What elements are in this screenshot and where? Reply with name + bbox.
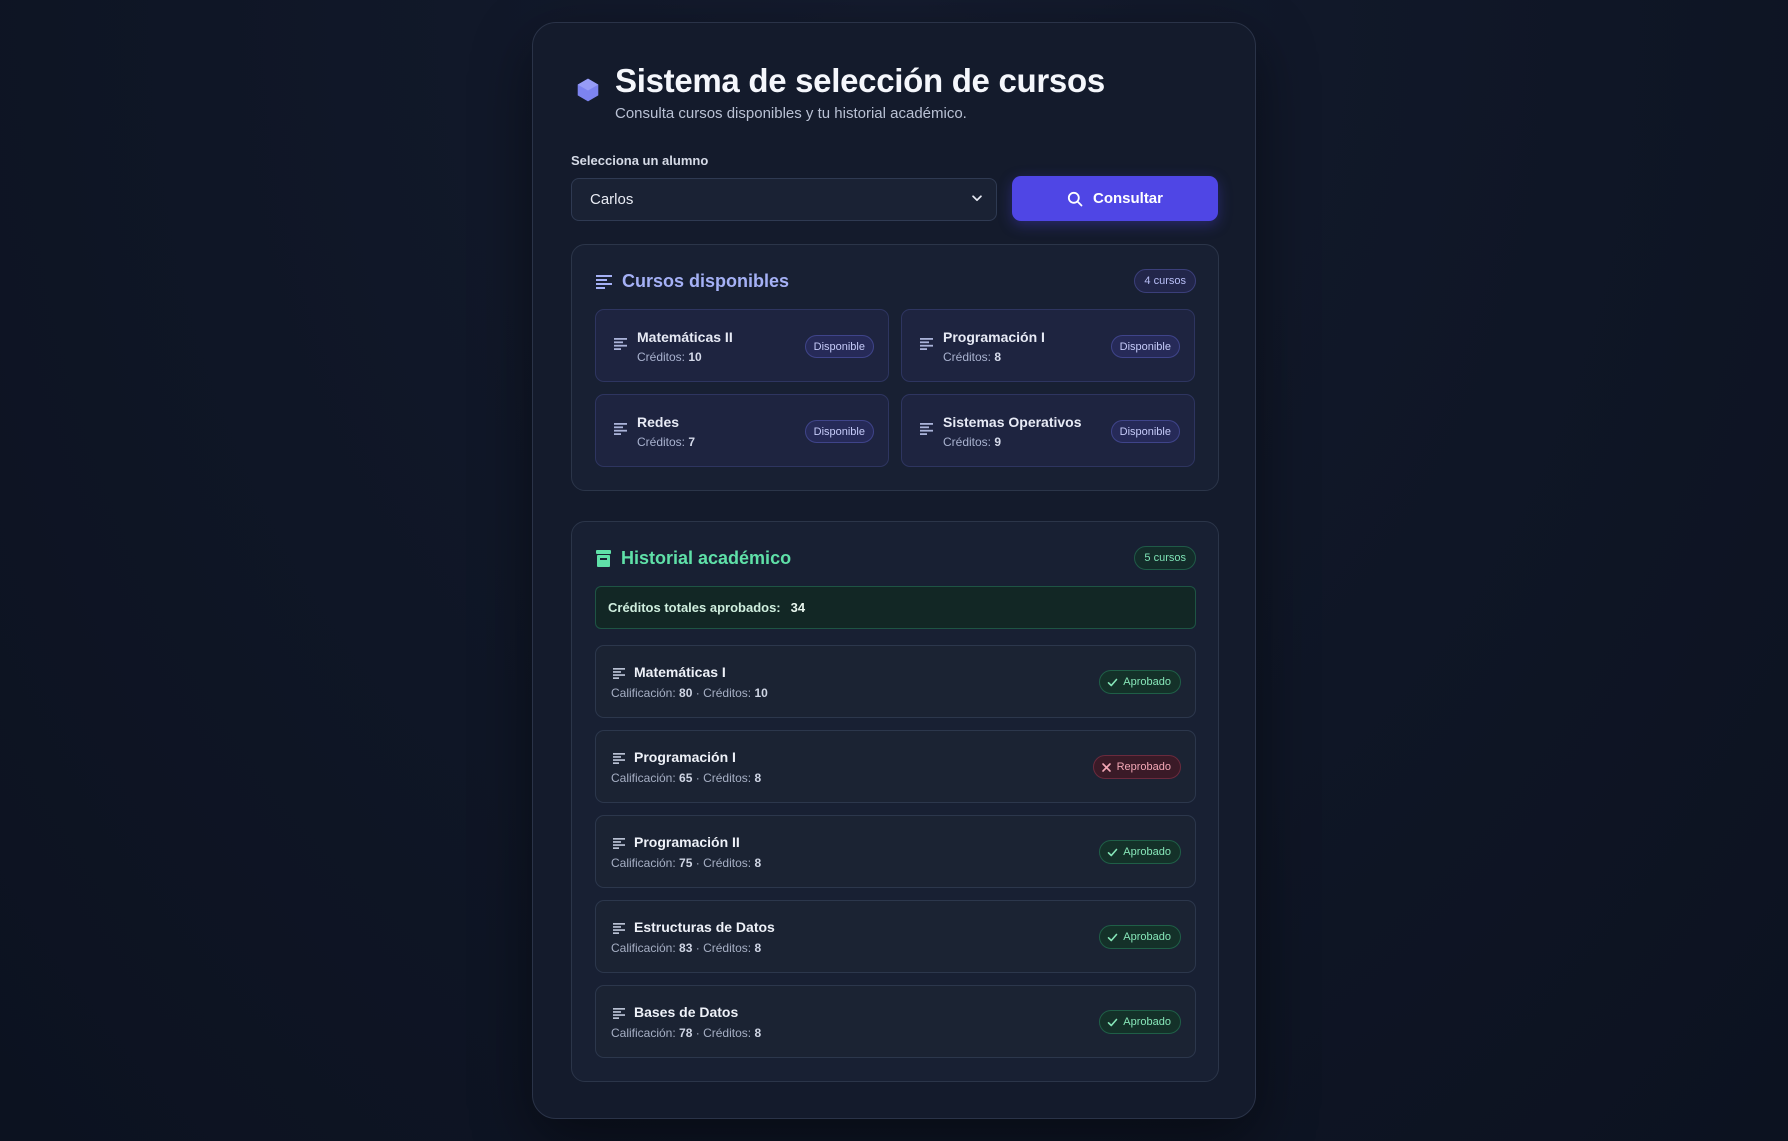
history-course-meta: Calificación: 80 · Créditos: 10 bbox=[611, 686, 768, 700]
history-count-badge: 5 cursos bbox=[1134, 546, 1196, 570]
list-lines-icon bbox=[613, 923, 625, 934]
hexagon-icon bbox=[577, 78, 599, 102]
academic-history-title: Historial académico bbox=[621, 548, 792, 568]
history-course-meta: Calificación: 83 · Créditos: 8 bbox=[611, 941, 762, 955]
consult-button[interactable]: Consultar bbox=[1012, 176, 1218, 221]
status-badge: Aprobado bbox=[1099, 840, 1181, 864]
available-count-badge: 4 cursos bbox=[1134, 269, 1196, 293]
page-subtitle: Consulta cursos disponibles y tu histori… bbox=[615, 104, 967, 122]
status-badge: Aprobado bbox=[1099, 1010, 1181, 1034]
available-courses-header: Cursos disponibles bbox=[596, 271, 789, 292]
available-courses-title: Cursos disponibles bbox=[622, 271, 790, 291]
course-name: Matemáticas II bbox=[637, 329, 733, 345]
total-credits-label: Créditos totales aprobados: bbox=[608, 600, 781, 615]
course-credits: Créditos: 9 bbox=[943, 435, 1002, 449]
check-icon bbox=[1107, 1018, 1118, 1026]
history-course-name: Bases de Datos bbox=[634, 1004, 739, 1020]
history-course-name: Programación II bbox=[634, 834, 740, 850]
list-lines-icon bbox=[614, 338, 627, 350]
course-card[interactable]: Redes Créditos: 7 Disponible bbox=[595, 394, 889, 467]
available-courses-panel: Cursos disponibles 4 cursos Matemáticas … bbox=[571, 244, 1219, 491]
course-name: Sistemas Operativos bbox=[943, 414, 1082, 430]
course-name: Programación I bbox=[943, 329, 1045, 345]
history-course-meta: Calificación: 78 · Créditos: 8 bbox=[611, 1026, 762, 1040]
student-select[interactable]: Carlos bbox=[571, 178, 997, 221]
check-icon bbox=[1107, 848, 1118, 856]
total-credits-value: 34 bbox=[790, 600, 806, 615]
check-icon bbox=[1107, 933, 1118, 941]
list-lines-icon bbox=[613, 838, 625, 849]
list-lines-icon bbox=[613, 668, 625, 679]
history-course-name: Matemáticas I bbox=[634, 664, 726, 680]
list-lines-icon bbox=[920, 423, 933, 435]
page-header: Sistema de selección de cursos Consulta … bbox=[575, 61, 1105, 122]
search-icon bbox=[1067, 191, 1083, 206]
history-course-name: Programación I bbox=[634, 749, 736, 765]
history-item[interactable]: Bases de Datos Calificación: 78 · Crédit… bbox=[595, 985, 1196, 1058]
history-item[interactable]: Programación I Calificación: 65 · Crédit… bbox=[595, 730, 1196, 803]
main-card: Sistema de selección de cursos Consulta … bbox=[532, 22, 1256, 1119]
list-lines-icon bbox=[613, 753, 625, 764]
available-badge: Disponible bbox=[804, 420, 874, 443]
check-icon bbox=[1107, 678, 1118, 686]
course-credits: Créditos: 8 bbox=[943, 350, 1002, 364]
list-lines-icon bbox=[614, 423, 627, 435]
available-badge: Disponible bbox=[1110, 420, 1180, 443]
archive-icon bbox=[596, 550, 611, 567]
history-course-meta: Calificación: 65 · Créditos: 8 bbox=[611, 771, 762, 785]
x-icon bbox=[1101, 762, 1111, 772]
student-select-label: Selecciona un alumno bbox=[571, 153, 709, 168]
available-badge: Disponible bbox=[1110, 335, 1180, 358]
course-card[interactable]: Sistemas Operativos Créditos: 9 Disponib… bbox=[901, 394, 1195, 467]
consult-button-label: Consultar bbox=[1092, 190, 1163, 207]
status-badge: Aprobado bbox=[1099, 670, 1181, 694]
history-course-name: Estructuras de Datos bbox=[634, 919, 775, 935]
chevron-down-icon bbox=[972, 195, 982, 202]
available-badge: Disponible bbox=[804, 335, 874, 358]
history-course-meta: Calificación: 75 · Créditos: 8 bbox=[611, 856, 762, 870]
history-item[interactable]: Estructuras de Datos Calificación: 83 · … bbox=[595, 900, 1196, 973]
course-card[interactable]: Matemáticas II Créditos: 10 Disponible bbox=[595, 309, 889, 382]
page-title: Sistema de selección de cursos bbox=[615, 62, 1105, 99]
status-badge: Reprobado bbox=[1092, 755, 1181, 779]
course-credits: Créditos: 7 bbox=[637, 435, 696, 449]
list-lines-icon bbox=[920, 338, 933, 350]
status-badge: Aprobado bbox=[1099, 925, 1181, 949]
history-item[interactable]: Programación II Calificación: 75 · Crédi… bbox=[595, 815, 1196, 888]
course-card[interactable]: Programación I Créditos: 8 Disponible bbox=[901, 309, 1195, 382]
course-credits: Créditos: 10 bbox=[637, 350, 702, 364]
history-item[interactable]: Matemáticas I Calificación: 80 · Crédito… bbox=[595, 645, 1196, 718]
list-lines-icon bbox=[596, 274, 612, 289]
academic-history-header: Historial académico bbox=[596, 548, 791, 569]
student-select-value: Carlos bbox=[590, 191, 634, 208]
list-lines-icon bbox=[613, 1008, 625, 1019]
total-credits-bar: Créditos totales aprobados: 34 bbox=[595, 586, 1196, 629]
academic-history-panel: Historial académico 5 cursos Créditos to… bbox=[571, 521, 1219, 1082]
course-name: Redes bbox=[637, 414, 680, 430]
